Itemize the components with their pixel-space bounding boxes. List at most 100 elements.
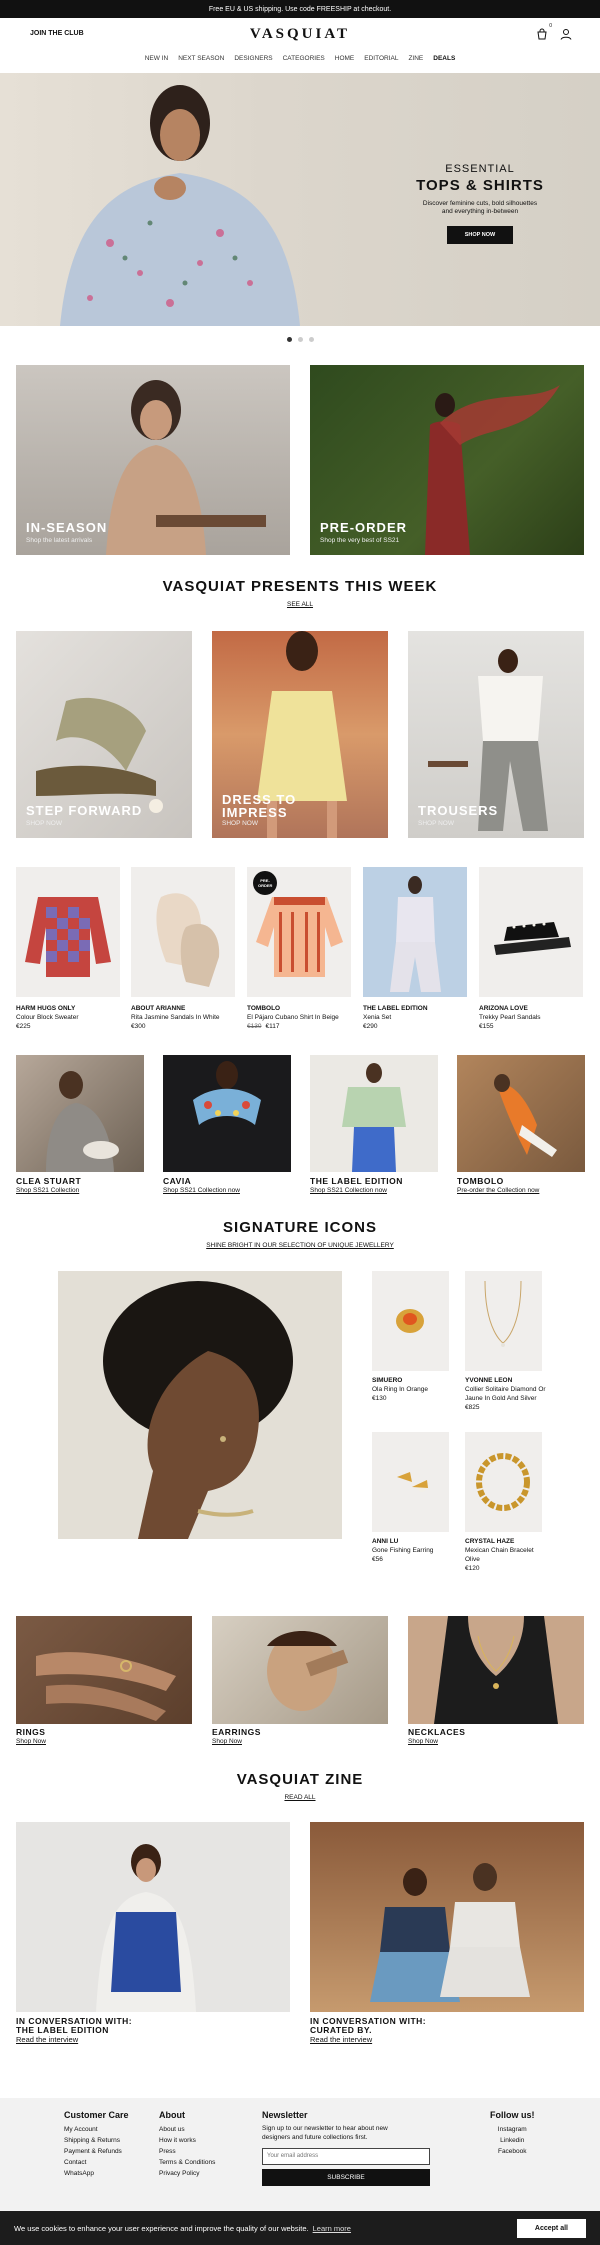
signature-link[interactable]: SHINE BRIGHT IN OUR SELECTION OF UNIQUE … — [0, 1242, 600, 1249]
hero-model-image — [60, 85, 300, 326]
join-club-link[interactable]: JOIN THE CLUB — [30, 30, 84, 37]
label-edition-image — [342, 1063, 406, 1172]
jewellery-price: €825 — [465, 1404, 480, 1411]
footer-link[interactable]: My Account — [64, 2124, 129, 2135]
hero-banner[interactable]: ESSENTIAL TOPS & SHIRTS Discover feminin… — [0, 73, 600, 326]
footer-heading: Follow us! — [490, 2110, 535, 2120]
promo-in-season[interactable]: IN-SEASON Shop the latest arrivals — [16, 365, 290, 555]
site-logo[interactable]: VASQUIAT — [250, 26, 350, 43]
presents-tile-sub: SHOP NOW — [26, 820, 62, 827]
footer-customer-care: Customer Care My Account Shipping & Retu… — [64, 2110, 129, 2179]
cookie-learn-more-link[interactable]: Learn more — [313, 2224, 351, 2233]
social-linkedin-link[interactable]: Linkedin — [490, 2135, 535, 2146]
hero-shop-now-button[interactable]: SHOP NOW — [446, 226, 514, 244]
social-instagram-link[interactable]: Instagram — [490, 2124, 535, 2135]
main-nav: NEW IN NEXT SEASON DESIGNERS CATEGORIES … — [0, 50, 600, 66]
social-facebook-link[interactable]: Facebook — [490, 2146, 535, 2157]
nav-home[interactable]: HOME — [335, 55, 355, 62]
zine-read-link[interactable]: Read the interview — [16, 2035, 78, 2044]
collection-link[interactable]: Shop SS21 Collection now — [163, 1187, 240, 1194]
product-info: THE LABEL EDITION Xenia Set €290 — [363, 1004, 473, 1031]
newsletter-desc-line-1: Sign up to our newsletter to hear about … — [262, 2125, 388, 2132]
presents-tile-step-forward[interactable]: STEP FORWARD SHOP NOW — [16, 631, 192, 838]
necklace-image — [484, 1280, 522, 1347]
collection-image — [16, 1055, 144, 1172]
subscribe-button[interactable]: SUBSCRIBE — [262, 2169, 430, 2186]
jewellery-name: Mexican Chain Bracelet Olive — [465, 1547, 534, 1563]
presents-tile-sub: SHOP NOW — [222, 820, 258, 827]
model-profile-image — [103, 1281, 293, 1539]
category-link[interactable]: Shop Now — [408, 1738, 438, 1745]
presents-tile-dress[interactable]: DRESS TO IMPRESS SHOP NOW — [212, 631, 388, 838]
pre-order-badge: PRE-ORDER — [253, 871, 277, 895]
category-title: EARRINGS — [212, 1727, 261, 1737]
jewellery-price: €120 — [465, 1565, 480, 1572]
nav-zine[interactable]: ZINE — [408, 55, 423, 62]
ring-image — [396, 1309, 424, 1333]
collection-link[interactable]: Shop SS21 Collection — [16, 1187, 79, 1194]
product-name: Xenia Set — [363, 1014, 392, 1021]
zine-read-link[interactable]: Read the interview — [310, 2035, 372, 2044]
footer-link[interactable]: About us — [159, 2124, 215, 2135]
footer-link[interactable]: How it works — [159, 2135, 215, 2146]
promo-pre-order[interactable]: PRE-ORDER Shop the very best of SS21 — [310, 365, 584, 555]
footer-link[interactable]: Press — [159, 2146, 215, 2157]
presents-tile-trousers[interactable]: TROUSERS SHOP NOW — [408, 631, 584, 838]
carousel-dot[interactable] — [287, 337, 292, 342]
footer-about: About About us How it works Press Terms … — [159, 2110, 215, 2179]
nav-new-in[interactable]: NEW IN — [145, 55, 168, 62]
bag-icon[interactable]: 0 — [536, 23, 552, 45]
category-link[interactable]: Shop Now — [212, 1738, 242, 1745]
sweater-image — [25, 897, 111, 977]
product-image — [131, 867, 235, 997]
earrings-image — [267, 1631, 349, 1711]
zine-image — [310, 1822, 584, 2012]
collection-link[interactable]: Shop SS21 Collection now — [310, 1187, 387, 1194]
nav-designers[interactable]: DESIGNERS — [234, 55, 272, 62]
product-brand: ARIZONA LOVE — [479, 1005, 528, 1012]
jewellery-info: CRYSTAL HAZE Mexican Chain Bracelet Olive… — [465, 1537, 550, 1573]
category-title: RINGS — [16, 1727, 46, 1737]
presents-tile-title: STEP FORWARD — [26, 803, 143, 818]
product-price: €155 — [479, 1023, 494, 1030]
nav-categories[interactable]: CATEGORIES — [283, 55, 325, 62]
accept-cookies-button[interactable]: Accept all — [516, 2219, 586, 2238]
carousel-dot[interactable] — [309, 337, 314, 342]
footer-heading: Newsletter — [262, 2110, 308, 2120]
presents-tile-title: DRESS TO IMPRESS — [222, 792, 297, 820]
footer-link[interactable]: Shipping & Returns — [64, 2135, 129, 2146]
footer-follow: Follow us! Instagram Linkedin Facebook — [490, 2110, 535, 2157]
cavia-image — [193, 1061, 261, 1125]
footer-link[interactable]: Privacy Policy — [159, 2168, 215, 2179]
product-price: €225 — [16, 1023, 31, 1030]
newsletter-email-input[interactable]: Your email address — [262, 2148, 430, 2165]
nav-next-season[interactable]: NEXT SEASON — [178, 55, 224, 62]
presents-see-all-link[interactable]: SEE ALL — [0, 601, 600, 608]
jewellery-info: SIMUERO Ola Ring In Orange €130 — [372, 1376, 457, 1403]
collection-link[interactable]: Pre-order the Collection now — [457, 1187, 539, 1194]
presents-title: VASQUIAT PRESENTS THIS WEEK — [162, 578, 438, 595]
hero-desc-line-1: Discover feminine cuts, bold silhouettes — [422, 200, 538, 207]
collection-brand: CLEA STUART — [16, 1176, 82, 1186]
carousel-dot[interactable] — [298, 337, 303, 342]
clea-stuart-image — [46, 1071, 119, 1172]
cart-count: 0 — [549, 23, 552, 29]
footer-link[interactable]: Payment & Refunds — [64, 2146, 129, 2157]
footer-link[interactable]: Contact — [64, 2157, 129, 2168]
jewellery-name: Ola Ring In Orange — [372, 1386, 429, 1393]
zine-read-all-link[interactable]: READ ALL — [0, 1794, 600, 1801]
presents-tile-title: TROUSERS — [418, 803, 499, 818]
pearl-sandals-image — [494, 922, 571, 955]
hero-description: Discover feminine cuts, bold silhouettes… — [400, 200, 560, 216]
bracelet-image — [476, 1453, 530, 1511]
footer-link[interactable]: Terms & Conditions — [159, 2157, 215, 2168]
footer-link[interactable]: WhatsApp — [64, 2168, 129, 2179]
zine-title: VASQUIAT ZINE — [236, 1771, 364, 1788]
category-link[interactable]: Shop Now — [16, 1738, 46, 1745]
nav-editorial[interactable]: EDITORIAL — [364, 55, 398, 62]
product-image — [479, 867, 583, 997]
nav-deals[interactable]: DEALS — [433, 55, 455, 62]
signature-hero-image[interactable] — [58, 1271, 342, 1539]
cookie-banner: We use cookies to enhance your user expe… — [0, 2211, 600, 2245]
account-icon[interactable] — [560, 27, 572, 45]
